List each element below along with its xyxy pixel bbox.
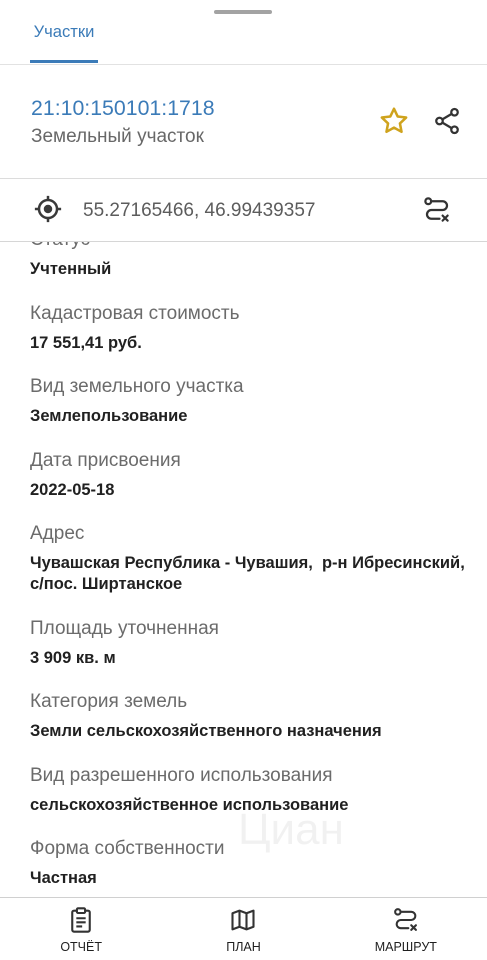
parcel-header: 21:10:150101:1718 Земельный участок: [0, 65, 487, 179]
field-value: 3 909 кв. м: [30, 648, 116, 667]
field-label: Форма собственности: [30, 838, 225, 859]
field-status: Статус Учтенный: [0, 242, 487, 302]
field-value: Чувашская Республика - Чувашия, р-н Ибре…: [30, 554, 470, 593]
field-land-category: Категория земель Земли сельскохозяйствен…: [0, 690, 487, 764]
bottom-navigation: ОТЧЁТ ПЛАН МАРШРУТ: [0, 897, 487, 960]
tab-parcels[interactable]: Участки: [30, 17, 98, 47]
field-ownership: Форма собственности Частная: [0, 837, 487, 897]
share-icon: [435, 107, 459, 135]
field-value: 2022-05-18: [30, 480, 115, 499]
favorite-button[interactable]: [378, 105, 410, 137]
report-icon: [67, 906, 95, 934]
share-button[interactable]: [432, 106, 462, 136]
route-icon: [392, 906, 420, 934]
field-label: Дата присвоения: [30, 449, 181, 471]
field-assignment-date: Дата присвоения 2022-05-18: [0, 449, 487, 523]
field-parcel-kind: Вид земельного участка Землепользование: [0, 375, 487, 449]
location-row: 55.27165466, 46.99439357: [0, 179, 487, 242]
nav-route-label: МАРШРУТ: [374, 940, 437, 954]
parcel-type: Земельный участок: [31, 126, 204, 147]
nav-plan-button[interactable]: ПЛАН: [162, 898, 324, 960]
field-label: Площадь уточненная: [30, 617, 219, 639]
field-label: Вид земельного участка: [30, 376, 244, 397]
field-area: Площадь уточненная 3 909 кв. м: [0, 617, 487, 691]
gps-fixed-icon: [33, 194, 63, 224]
field-cadastral-value: Кадастровая стоимость 17 551,41 руб.: [0, 302, 487, 376]
nav-report-label: ОТЧЁТ: [60, 940, 102, 954]
field-label: Адрес: [30, 523, 85, 544]
details-list[interactable]: Статус Учтенный Кадастровая стоимость 17…: [0, 242, 487, 897]
field-label: Категория земель: [30, 691, 188, 712]
route-button[interactable]: [422, 195, 452, 225]
nav-route-button[interactable]: МАРШРУТ: [325, 898, 487, 960]
active-tab-indicator: [30, 60, 98, 63]
field-label: Кадастровая стоимость: [30, 302, 240, 324]
star-outline-icon: [380, 107, 408, 134]
map-icon: [229, 906, 257, 934]
field-value: Частная: [30, 869, 97, 887]
nav-plan-label: ПЛАН: [226, 940, 261, 954]
coordinates-text: 55.27165466, 46.99439357: [83, 200, 316, 221]
field-address: Адрес Чувашская Республика - Чувашия, р-…: [0, 522, 487, 617]
field-value: 17 551,41 руб.: [30, 333, 142, 352]
field-label: Статус: [30, 242, 483, 252]
field-value: Земли сельскохозяйственного назначения: [30, 722, 382, 740]
field-label: Вид разрешенного использования: [30, 764, 333, 786]
cadastral-number: 21:10:150101:1718: [31, 96, 215, 120]
field-value: сельскохозяйственное использование: [30, 795, 349, 814]
tab-bar: Участки: [0, 0, 487, 65]
nav-report-button[interactable]: ОТЧЁТ: [0, 898, 162, 960]
route-icon: [424, 197, 449, 222]
field-permitted-use: Вид разрешенного использования сельскохо…: [0, 764, 487, 838]
field-value: Учтенный: [30, 260, 112, 278]
field-value: Землепользование: [30, 407, 188, 425]
